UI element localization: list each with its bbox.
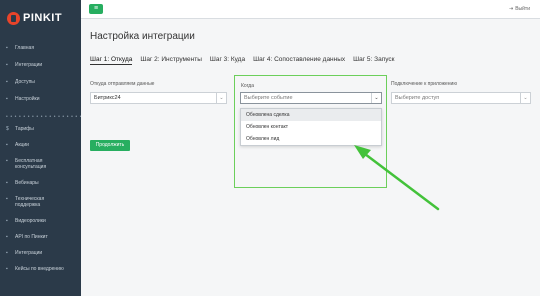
sidebar-item-support[interactable]: ▪ Техническая поддержка [0, 196, 81, 218]
briefcase-icon: ▪ [6, 266, 8, 272]
gear-icon: ▪ [6, 96, 8, 102]
sidebar-item-label: Тарифы [15, 126, 34, 132]
main-content: Настройка интеграции Шаг 1: Откуда Шаг 2… [81, 19, 540, 296]
topbar: ≡ ⇥ Выйти [81, 0, 540, 19]
sidebar-divider: • • • • • • • • • • • • • • • • • • • • … [6, 114, 81, 120]
sidebar-item-videos[interactable]: ▪ Видеоролики [0, 218, 81, 234]
sidebar-item-label: Вебинары [15, 180, 39, 186]
headset-icon: ▪ [6, 196, 8, 202]
sidebar-item-tariffs[interactable]: $ Тарифы [0, 126, 81, 142]
sidebar-nav: ▪ Главная ▪ Интеграции ▪ Доступы ▪ Настр… [0, 40, 81, 278]
pointer-arrow-icon [354, 145, 440, 211]
sidebar-item-integrations[interactable]: ▪ Интеграции [0, 62, 81, 79]
sidebar-item-label: Видеоролики [15, 218, 46, 224]
sidebar-item-integrations-2[interactable]: ▪ Интеграции [0, 250, 81, 266]
sidebar-item-webinars[interactable]: ▪ Вебинары [0, 180, 81, 196]
menu-toggle-button[interactable]: ≡ [89, 4, 103, 14]
sidebar-item-label: Кейсы по внедрению [15, 266, 64, 272]
sidebar-item-label: Интеграции [15, 62, 43, 68]
sidebar-item-label: Акции [15, 142, 29, 148]
sidebar-item-consultation[interactable]: ▪ Бесплатная консультация [0, 158, 81, 180]
logout-label: Выйти [515, 6, 530, 12]
home-icon: ▪ [6, 45, 8, 51]
sidebar-item-label: API по Пинкит [15, 234, 48, 240]
sidebar-item-label: Доступы [15, 79, 35, 85]
hamburger-icon: ≡ [93, 5, 99, 12]
sidebar-item-home[interactable]: ▪ Главная [0, 45, 81, 62]
sidebar-item-label: Техническая поддержка [15, 196, 45, 208]
sidebar-item-settings[interactable]: ▪ Настройки [0, 96, 81, 113]
sidebar-item-label: Настройки [15, 96, 40, 102]
plug-icon: ▪ [6, 250, 8, 256]
dollar-icon: $ [6, 126, 9, 132]
code-icon: ▪ [6, 234, 8, 240]
sidebar-item-cases[interactable]: ▪ Кейсы по внедрению [0, 266, 81, 278]
tag-icon: ▪ [6, 142, 8, 148]
sidebar-item-api[interactable]: ▪ API по Пинкит [0, 234, 81, 250]
sidebar: PINKIT ▪ Главная ▪ Интеграции ▪ Доступы … [0, 0, 81, 296]
logo-text: PINKIT [23, 12, 63, 24]
app-logo[interactable]: PINKIT [0, 0, 81, 36]
sidebar-item-access[interactable]: ▪ Доступы [0, 79, 81, 96]
chat-icon: ▪ [6, 158, 8, 164]
sidebar-item-label: Бесплатная консультация [15, 158, 47, 170]
sidebar-item-label: Главная [15, 45, 35, 51]
sidebar-item-promos[interactable]: ▪ Акции [0, 142, 81, 158]
logout-link[interactable]: ⇥ Выйти [509, 6, 530, 12]
play-icon: ▪ [6, 218, 8, 224]
key-icon: ▪ [6, 79, 8, 85]
video-icon: ▪ [6, 180, 8, 186]
integrations-icon: ▪ [6, 62, 8, 68]
sidebar-item-label: Интеграции [15, 250, 43, 256]
logo-mark-icon [7, 11, 20, 25]
logout-icon: ⇥ [508, 6, 514, 12]
